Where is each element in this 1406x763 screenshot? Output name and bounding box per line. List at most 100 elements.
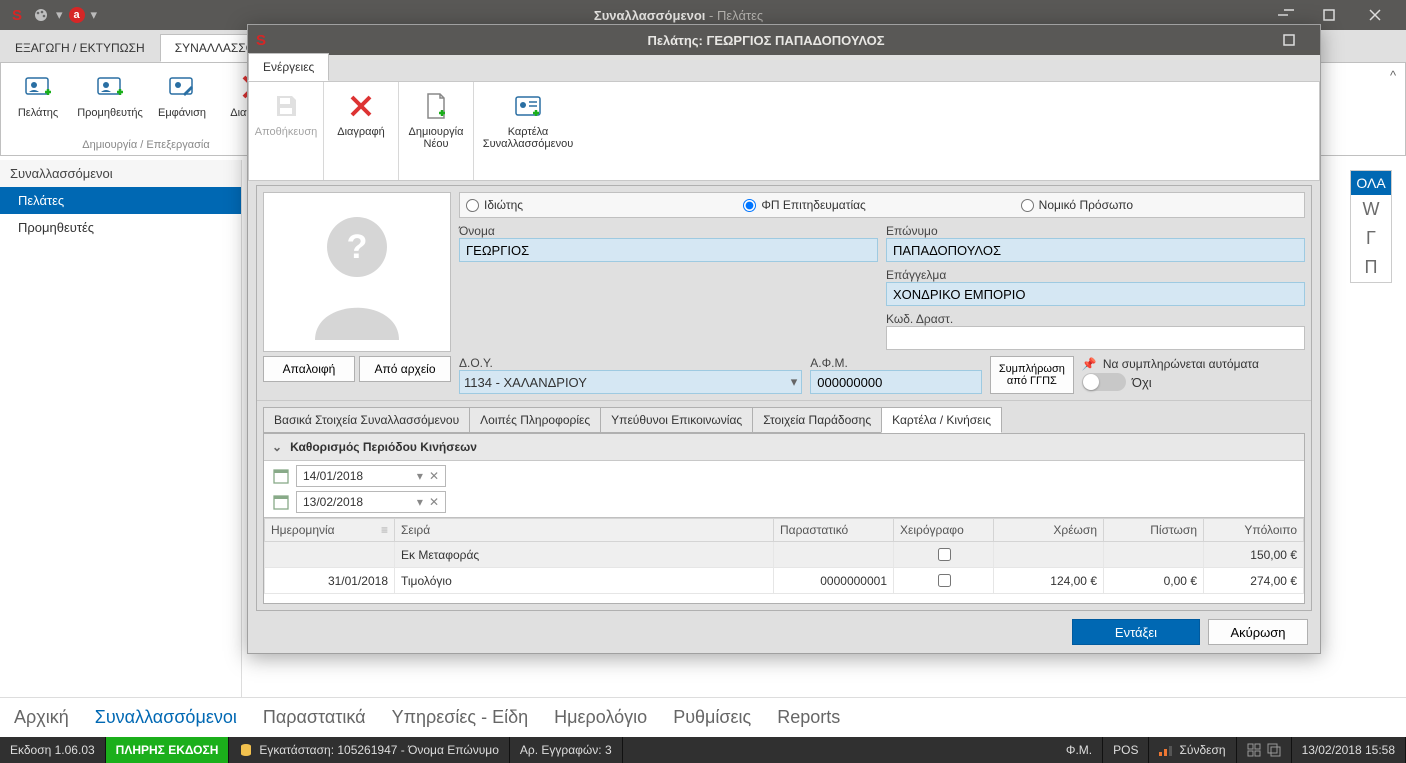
table-row[interactable]: 31/01/2018 Τιμολόγιο 0000000001 124,00 €… <box>265 568 1304 594</box>
movements-grid: Ημερομηνία ≡ Σειρά Παραστατικό Χειρόγραφ… <box>264 517 1304 594</box>
child-tab-actions[interactable]: Ενέργειες <box>248 53 329 81</box>
sort-indicator-icon[interactable]: ≡ <box>381 523 388 537</box>
col-date: Ημερομηνία ≡ <box>265 519 395 542</box>
child-titlebar: S Πελάτης: ΓΕΩΡΓΙΟΣ ΠΑΠΑΔΟΠΟΥΛΟΣ <box>248 25 1320 55</box>
col-doc[interactable]: Παραστατικό <box>774 519 894 542</box>
supplier-add-icon <box>94 71 126 103</box>
occupation-input[interactable] <box>886 282 1305 306</box>
palette-icon[interactable] <box>32 6 50 24</box>
photo-fromfile-button[interactable]: Από αρχείο <box>359 356 451 382</box>
fill-from-ggps-button[interactable]: Συμπλήρωση από ΓΓΠΣ <box>990 356 1074 394</box>
date-to-input[interactable]: 13/02/2018 ▾✕ <box>296 491 446 513</box>
clear-icon[interactable]: ✕ <box>429 495 439 509</box>
chevron-down-icon[interactable]: ▾ <box>417 495 423 509</box>
firstname-label: Όνομα <box>459 224 878 238</box>
sidebar-item-suppliers[interactable]: Προμηθευτές <box>0 214 241 241</box>
left-panel: Συναλλασσόμενοι Πελάτες Προμηθευτές <box>0 160 242 699</box>
type-radio-row: Ιδιώτης ΦΠ Επιτηδευματίας Νομικό Πρόσωπο <box>459 192 1305 218</box>
app-icon-a[interactable]: a <box>69 7 85 23</box>
layout-cascade-icon <box>1267 743 1281 757</box>
close-button[interactable] <box>1352 0 1398 30</box>
radio-private[interactable]: Ιδιώτης <box>466 198 743 212</box>
signal-icon <box>1159 744 1173 756</box>
main-window-title: Συναλλασσόμενοι - Πελάτες <box>97 8 1260 23</box>
autofill-state: Όχι <box>1132 375 1152 390</box>
child-ribbon-card[interactable]: Καρτέλα Συναλλασσόμενου <box>480 86 576 150</box>
ribbon-tab-export[interactable]: ΕΞΑΓΩΓΗ / ΕΚΤΥΠΩΣΗ <box>0 34 160 62</box>
activity-input[interactable] <box>886 326 1305 350</box>
letter-filter-strip: ΟΛΑ W Γ Π <box>1350 170 1392 283</box>
table-row[interactable]: Εκ Μεταφοράς 150,00 € <box>265 542 1304 568</box>
app-icon-s: S <box>8 6 26 24</box>
radio-freelancer[interactable]: ΦΠ Επιτηδευματίας <box>743 198 1020 212</box>
ribbon-btn-supplier[interactable]: Προμηθευτής <box>79 67 141 119</box>
col-manual[interactable]: Χειρόγραφο <box>894 519 994 542</box>
ok-button[interactable]: Εντάξει <box>1072 619 1200 645</box>
date-from-input[interactable]: 14/01/2018 ▾✕ <box>296 465 446 487</box>
photo-remove-button[interactable]: Απαλοιφή <box>263 356 355 382</box>
main-title-bold: Συναλλασσόμενοι <box>594 8 706 23</box>
nav-services[interactable]: Υπηρεσίες - Είδη <box>392 707 529 728</box>
col-series[interactable]: Σειρά <box>395 519 774 542</box>
child-window-title: Πελάτης: ΓΕΩΡΓΙΟΣ ΠΑΠΑΔΟΠΟΥΛΟΣ <box>266 33 1266 48</box>
radio-legal[interactable]: Νομικό Πρόσωπο <box>1021 198 1298 212</box>
left-panel-header: Συναλλασσόμενοι <box>0 160 241 187</box>
letter-filter-p[interactable]: Π <box>1351 253 1391 282</box>
tab-contacts[interactable]: Υπεύθυνοι Επικοινωνίας <box>600 407 753 433</box>
nav-partners[interactable]: Συναλλασσόμενοι <box>95 707 237 728</box>
chevron-down-icon[interactable]: ▾ <box>417 469 423 483</box>
letter-filter-all[interactable]: ΟΛΑ <box>1351 171 1391 195</box>
chevron-down-icon: ⌄ <box>272 440 282 454</box>
cancel-button[interactable]: Ακύρωση <box>1208 619 1308 645</box>
calendar-icon[interactable] <box>272 493 290 511</box>
child-ribbon-delete[interactable]: Διαγραφή <box>330 86 392 138</box>
ribbon-collapse-button[interactable]: ^ <box>1385 67 1401 83</box>
caret-down-icon[interactable]: ▾ <box>56 7 63 23</box>
form-outer: ? Απαλοιφή Από αρχείο Ιδιώτης ΦΠ Επιτηδε… <box>256 185 1312 611</box>
col-debit[interactable]: Χρέωση <box>994 519 1104 542</box>
afm-input[interactable] <box>810 370 982 394</box>
tab-delivery[interactable]: Στοιχεία Παράδοσης <box>752 407 882 433</box>
bottom-nav: Αρχική Συναλλασσόμενοι Παραστατικά Υπηρε… <box>0 697 1406 737</box>
status-datetime: 13/02/2018 15:58 <box>1292 737 1406 763</box>
nav-docs[interactable]: Παραστατικά <box>263 707 366 728</box>
col-credit[interactable]: Πίστωση <box>1104 519 1204 542</box>
period-header[interactable]: ⌄ Καθορισμός Περιόδου Κινήσεων <box>264 434 1304 461</box>
firstname-input[interactable] <box>459 238 878 262</box>
status-pos[interactable]: POS <box>1103 737 1149 763</box>
calendar-icon[interactable] <box>272 467 290 485</box>
nav-calendar[interactable]: Ημερολόγιο <box>554 707 647 728</box>
tab-other[interactable]: Λοιπές Πληροφορίες <box>469 407 601 433</box>
letter-filter-w[interactable]: W <box>1351 195 1391 224</box>
autofill-toggle[interactable]: Όχι <box>1082 373 1152 391</box>
child-app-icon: S <box>256 32 266 49</box>
manual-checkbox[interactable] <box>938 574 951 587</box>
nav-reports[interactable]: Reports <box>777 707 840 728</box>
letter-filter-g[interactable]: Γ <box>1351 224 1391 253</box>
clear-icon[interactable]: ✕ <box>429 469 439 483</box>
manual-checkbox[interactable] <box>938 548 951 561</box>
customer-add-icon <box>22 71 54 103</box>
child-ribbon-tabs: Ενέργειες <box>248 55 1320 81</box>
nav-settings[interactable]: Ρυθμίσεις <box>673 707 751 728</box>
doy-select[interactable]: 1134 - ΧΑΛΑΝΔΡΙΟΥ▾ <box>459 370 802 394</box>
sidebar-item-customers[interactable]: Πελάτες <box>0 187 241 214</box>
tab-card[interactable]: Καρτέλα / Κινήσεις <box>881 407 1002 433</box>
child-minimize-button[interactable] <box>1266 0 1312 25</box>
status-connection[interactable]: Σύνδεση <box>1149 737 1236 763</box>
ribbon-btn-view[interactable]: Εμφάνιση <box>151 67 213 119</box>
nav-home[interactable]: Αρχική <box>14 707 69 728</box>
child-body: ? Απαλοιφή Από αρχείο Ιδιώτης ΦΠ Επιτηδε… <box>248 181 1320 653</box>
ribbon-btn-customer[interactable]: Πελάτης <box>7 67 69 119</box>
status-fm[interactable]: Φ.Μ. <box>1056 737 1103 763</box>
col-balance[interactable]: Υπόλοιπο <box>1204 519 1304 542</box>
status-license: ΠΛΗΡΗΣ ΕΚΔΟΣΗ <box>106 737 230 763</box>
save-disk-icon <box>270 90 302 122</box>
child-ribbon-new[interactable]: Δημιουργία Νέου <box>405 86 467 150</box>
tab-basic[interactable]: Βασικά Στοιχεία Συναλλασσόμενου <box>263 407 470 433</box>
lastname-input[interactable] <box>886 238 1305 262</box>
status-layout-icons[interactable] <box>1237 737 1292 763</box>
status-bar: Εκδοση 1.06.03 ΠΛΗΡΗΣ ΕΚΔΟΣΗ Εγκατάσταση… <box>0 737 1406 763</box>
inner-tab-body: ⌄ Καθορισμός Περιόδου Κινήσεων 14/01/201… <box>263 433 1305 604</box>
child-maximize-button[interactable] <box>1266 25 1312 55</box>
